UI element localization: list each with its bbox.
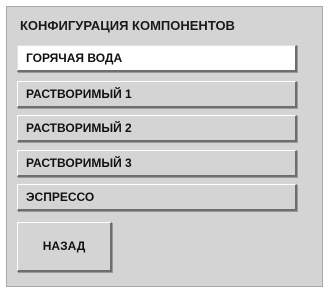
panel-title: КОНФИГУРАЦИЯ КОМПОНЕНТОВ xyxy=(20,18,235,33)
menu-item-hot-water[interactable]: ГОРЯЧАЯ ВОДА xyxy=(17,45,297,72)
menu-item-espresso[interactable]: ЭСПРЕССО xyxy=(17,184,297,211)
menu-item-instant-3[interactable]: РАСТВОРИМЫЙ 3 xyxy=(17,150,297,177)
back-button[interactable]: НАЗАД xyxy=(17,222,112,272)
component-config-panel: КОНФИГУРАЦИЯ КОМПОНЕНТОВ ГОРЯЧАЯ ВОДА РА… xyxy=(6,6,323,287)
menu-item-instant-1[interactable]: РАСТВОРИМЫЙ 1 xyxy=(17,81,297,108)
menu-item-instant-2[interactable]: РАСТВОРИМЫЙ 2 xyxy=(17,115,297,142)
